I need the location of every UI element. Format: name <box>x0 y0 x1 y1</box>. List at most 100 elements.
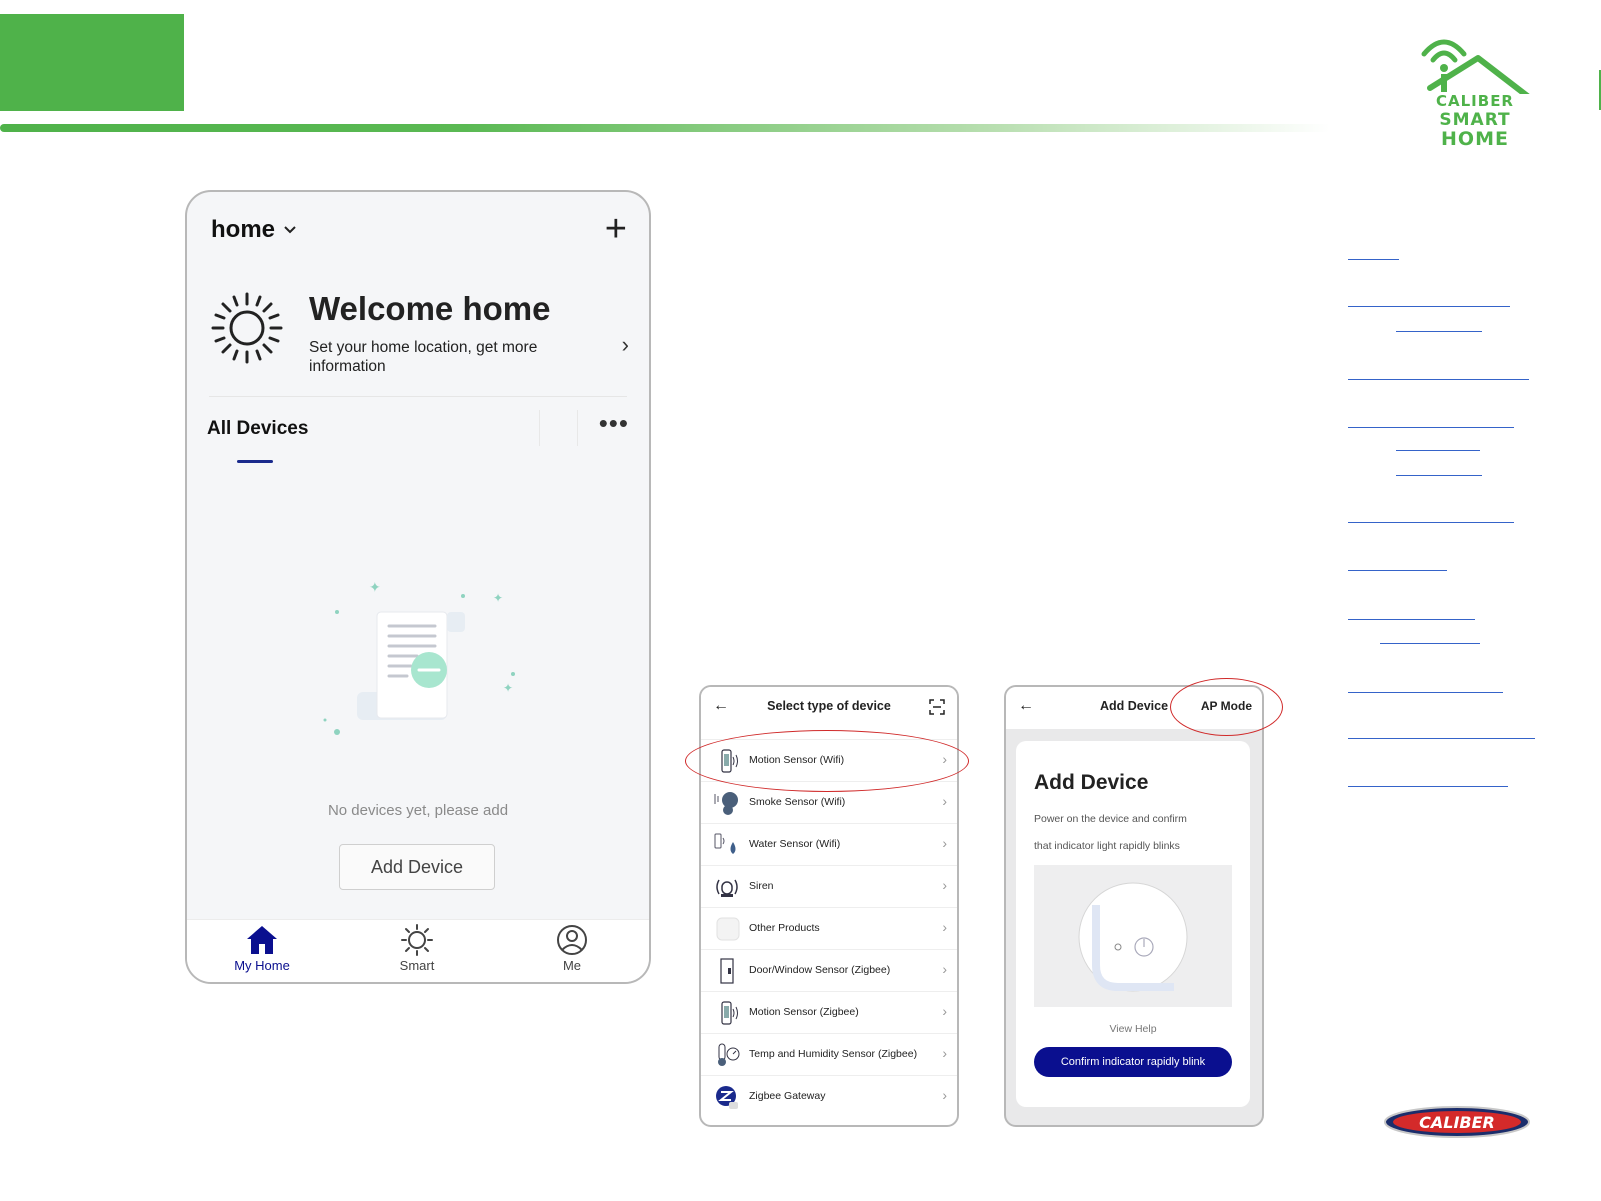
list-item-label: Door/Window Sensor (Zigbee) <box>749 964 891 976</box>
toc-link[interactable] <box>1348 692 1503 693</box>
tab-label: My Home <box>234 958 290 973</box>
chevron-right-icon: › <box>942 919 947 935</box>
svg-text:✦: ✦ <box>503 681 513 695</box>
welcome-card[interactable]: Welcome home Set your home location, get… <box>209 282 629 392</box>
toc-link[interactable] <box>1348 570 1447 571</box>
list-item[interactable]: Other Products › <box>701 907 957 950</box>
tab-me[interactable]: Me <box>522 924 622 973</box>
tab-smart[interactable]: Smart <box>367 924 467 973</box>
chevron-right-icon: › <box>942 793 947 809</box>
user-profile-icon <box>557 925 587 955</box>
screen-header: ← Select type of device <box>701 687 957 729</box>
other-products-icon <box>716 917 740 941</box>
chevron-right-icon: › <box>942 835 947 851</box>
empty-list-illustration: ✦ ✦ ✦ <box>323 582 515 735</box>
chevron-right-icon: › <box>621 332 629 357</box>
tab-label: Smart <box>399 958 435 973</box>
toc-link[interactable] <box>1348 379 1529 380</box>
card-title: Add Device <box>1034 771 1149 794</box>
caliber-smart-home-logo: CALIBER SMART HOME <box>1410 24 1540 152</box>
chevron-right-icon: › <box>942 961 947 977</box>
divider <box>209 396 627 397</box>
sun-icon <box>401 924 433 956</box>
toc-link[interactable] <box>1348 522 1514 523</box>
add-device-card: Add Device Power on the device and confi… <box>1016 741 1250 1107</box>
chevron-right-icon: › <box>942 1087 947 1103</box>
svg-text:✦: ✦ <box>369 582 381 596</box>
list-item[interactable]: Door/Window Sensor (Zigbee) › <box>701 949 957 992</box>
thermometer-icon <box>718 1043 740 1066</box>
add-plus-button[interactable]: + <box>605 210 627 248</box>
device-image <box>1034 865 1232 1007</box>
chevron-down-icon <box>284 226 296 234</box>
list-item-label: Water Sensor (Wifi) <box>749 838 841 850</box>
siren-icon <box>716 879 738 897</box>
tab-label: Me <box>562 958 582 973</box>
list-item-label: Smoke Sensor (Wifi) <box>749 796 846 808</box>
divider <box>539 410 540 446</box>
welcome-subtitle: Set your home location, get more informa… <box>309 339 538 375</box>
highlight-ellipse <box>685 730 969 792</box>
toc-link[interactable] <box>1348 306 1510 307</box>
list-item-label: Zigbee Gateway <box>749 1090 826 1102</box>
header-gradient-rule <box>0 124 1330 132</box>
logo-line-caliber: CALIBER <box>1436 92 1514 110</box>
phone-add-device: ← Add Device AP Mode Add Device Power on… <box>1004 685 1264 1127</box>
toc-link[interactable] <box>1348 427 1514 428</box>
caliber-brand-logo: CALIBER <box>1384 1106 1530 1138</box>
device-power-button-icon <box>1078 882 1188 992</box>
toc-link[interactable] <box>1380 643 1480 644</box>
door-window-sensor-icon <box>720 958 734 984</box>
smoke-sensor-icon <box>714 792 738 815</box>
logo-line-smart: SMART <box>1439 110 1511 130</box>
empty-state-text: No devices yet, please add <box>327 802 509 819</box>
motion-sensor-icon <box>721 1001 738 1025</box>
caliber-badge-text: CALIBER <box>1419 1113 1495 1132</box>
list-item[interactable]: Motion Sensor (Zigbee) › <box>701 991 957 1034</box>
more-options-icon[interactable]: ••• <box>599 408 629 439</box>
zigbee-gateway-icon <box>716 1086 738 1109</box>
svg-text:✦: ✦ <box>493 591 503 605</box>
confirm-indicator-button[interactable]: Confirm indicator rapidly blink <box>1034 1047 1232 1077</box>
toc-link[interactable] <box>1348 786 1508 787</box>
chevron-right-icon: › <box>942 1045 947 1061</box>
toc-link[interactable] <box>1396 450 1480 451</box>
sun-weather-icon <box>211 292 283 364</box>
bottom-tab-bar: My Home Smart Me <box>187 919 649 982</box>
toc-link[interactable] <box>1396 331 1482 332</box>
home-icon <box>247 926 277 954</box>
header-green-block <box>0 14 184 111</box>
highlight-ellipse <box>1170 678 1283 736</box>
list-item[interactable]: Zigbee Gateway › <box>701 1075 957 1118</box>
toc-link[interactable] <box>1348 259 1399 260</box>
phone-home-screen: home + Welcome home Set your home locati… <box>185 190 651 984</box>
logo-line-home: HOME <box>1441 128 1509 150</box>
welcome-title: Welcome home <box>309 290 551 327</box>
home-selector[interactable]: home <box>211 216 297 244</box>
list-item-label: Motion Sensor (Zigbee) <box>749 1006 859 1018</box>
toc-link[interactable] <box>1396 475 1482 476</box>
list-item-label: Temp and Humidity Sensor (Zigbee) <box>749 1048 918 1060</box>
view-help-link[interactable]: View Help <box>1016 1023 1250 1035</box>
tab-all-devices[interactable]: All Devices <box>207 418 308 440</box>
chevron-right-icon: › <box>942 877 947 893</box>
active-tab-indicator <box>237 460 273 463</box>
instruction-text: Power on the device and confirm <box>1034 813 1187 825</box>
scan-icon[interactable] <box>929 699 945 715</box>
list-item[interactable]: Temp and Humidity Sensor (Zigbee) › <box>701 1033 957 1076</box>
wifi-house-icon <box>1421 39 1533 101</box>
water-sensor-icon <box>714 833 736 854</box>
toc-link[interactable] <box>1348 738 1535 739</box>
list-item[interactable]: Siren › <box>701 865 957 908</box>
list-item-label: Other Products <box>749 922 820 934</box>
screen-title: Select type of device <box>767 699 891 713</box>
list-item[interactable]: Water Sensor (Wifi) › <box>701 823 957 866</box>
chevron-right-icon: › <box>942 1003 947 1019</box>
home-selector-label: home <box>211 216 276 243</box>
add-device-button[interactable]: Add Device <box>339 844 495 890</box>
divider <box>577 410 578 446</box>
tab-my-home[interactable]: My Home <box>212 924 312 973</box>
instruction-text: that indicator light rapidly blinks <box>1034 840 1180 852</box>
toc-link[interactable] <box>1348 619 1475 620</box>
list-item-label: Siren <box>749 880 774 892</box>
